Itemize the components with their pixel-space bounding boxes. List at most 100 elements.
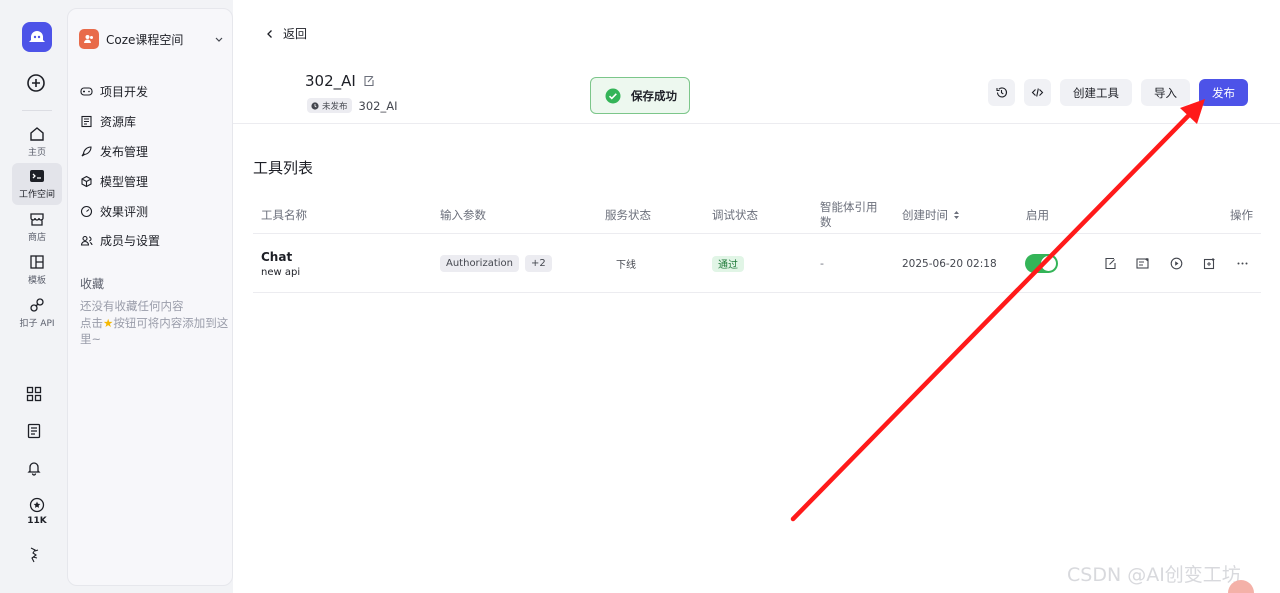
rail-item-home[interactable]: 主页 xyxy=(12,122,62,162)
cube-icon xyxy=(79,174,93,188)
tool-description: new api xyxy=(261,266,301,278)
sidebar-item-label: 模型管理 xyxy=(100,174,149,189)
rail-item-workspace[interactable]: 工作空间 xyxy=(12,163,62,205)
created-time: 2025-06-20 02:18 xyxy=(902,257,997,270)
star-circle-icon xyxy=(29,497,45,513)
user-avatar[interactable] xyxy=(27,545,41,565)
workspace-avatar-icon xyxy=(79,29,99,49)
edit-icon[interactable] xyxy=(363,75,375,87)
plugin-title-row: 302_AI xyxy=(305,72,375,90)
document-icon[interactable] xyxy=(26,423,42,439)
rail-label: 扣子 API xyxy=(19,319,55,329)
column-header: 启用 xyxy=(1026,207,1049,222)
rail-label: 工作空间 xyxy=(18,190,55,200)
code-button[interactable] xyxy=(1024,79,1051,106)
run-icon[interactable] xyxy=(1165,253,1187,275)
check-circle-icon xyxy=(605,88,621,103)
favorites-empty-text: 还没有收藏任何内容 点击★按钮可将内容添加到这里~ xyxy=(80,298,230,348)
gamepad-icon xyxy=(79,85,93,99)
agent-ref-count: - xyxy=(820,257,824,270)
main-content: 返回 302_AI 未发布 302_AI 保存成功 创建工具 导入 发布 工具列… xyxy=(233,0,1280,593)
column-header: 输入参数 xyxy=(440,207,486,222)
sidebar-item-publish[interactable]: 发布管理 xyxy=(79,137,227,167)
api-icon xyxy=(30,298,44,312)
column-header: 调试状态 xyxy=(712,207,758,222)
favorites-empty-hint: 点击★按钮可将内容添加到这里~ xyxy=(80,315,230,348)
debug-status-cell: 通过 xyxy=(712,234,744,293)
workspace-selector[interactable]: Coze课程空间 xyxy=(79,28,224,50)
copy-add-icon[interactable] xyxy=(1198,253,1220,275)
status-badge-label: 未发布 xyxy=(322,101,348,112)
plugin-header: 返回 302_AI 未发布 302_AI 保存成功 创建工具 导入 发布 xyxy=(233,0,1280,124)
column-header: 工具名称 xyxy=(261,207,307,222)
enable-cell xyxy=(1025,234,1058,293)
library-icon xyxy=(79,115,93,129)
status-badge: 未发布 xyxy=(307,98,352,113)
sidebar-item-evaluation[interactable]: 效果评测 xyxy=(79,196,227,226)
rocket-icon xyxy=(79,144,93,158)
favorites-title: 收藏 xyxy=(80,277,105,291)
sidebar-item-label: 发布管理 xyxy=(100,144,149,159)
back-label: 返回 xyxy=(283,27,308,41)
table-row[interactable]: Chat new api Authorization +2 下线 通过 - 20… xyxy=(253,234,1261,293)
param-more-chip[interactable]: +2 xyxy=(524,255,552,272)
stars-badge[interactable]: 11K xyxy=(18,497,56,526)
sidebar-item-label: 资源库 xyxy=(100,115,137,130)
sidebar-item-models[interactable]: 模型管理 xyxy=(79,166,227,196)
stars-count: 11K xyxy=(27,516,47,526)
plugin-subtitle: 302_AI xyxy=(358,98,398,113)
sidebar-item-label: 效果评测 xyxy=(100,204,149,219)
detail-icon[interactable] xyxy=(1132,253,1154,275)
favorites-hint-prefix: 点击 xyxy=(80,315,103,330)
rail-label: 模板 xyxy=(27,276,46,286)
star-icon: ★ xyxy=(103,315,114,330)
plugin-meta-row: 未发布 302_AI xyxy=(307,98,397,113)
rail-label: 商店 xyxy=(27,233,46,243)
apps-grid-icon[interactable] xyxy=(26,386,42,402)
history-button[interactable] xyxy=(988,79,1015,106)
back-button[interactable]: 返回 xyxy=(266,25,307,42)
bell-icon[interactable] xyxy=(26,460,42,476)
publish-button[interactable]: 发布 xyxy=(1199,79,1248,106)
column-header: 操作 xyxy=(1230,207,1253,222)
sidebar-item-projects[interactable]: 项目开发 xyxy=(79,77,227,107)
input-params-cell: Authorization +2 xyxy=(440,234,558,293)
rail-divider xyxy=(22,110,52,111)
table-header: 工具名称 输入参数 服务状态 调试状态 智能体引用数 创建时间 启用 操作 xyxy=(253,196,1261,234)
terminal-icon xyxy=(30,170,44,182)
import-button[interactable]: 导入 xyxy=(1141,79,1190,106)
favorites-empty-line: 还没有收藏任何内容 xyxy=(80,299,184,313)
page-title: 302_AI xyxy=(305,72,356,90)
rail-item-store[interactable]: 商店 xyxy=(12,207,62,247)
code-icon xyxy=(1031,88,1044,97)
gauge-icon xyxy=(79,204,93,218)
chevron-left-icon xyxy=(267,29,272,38)
history-icon xyxy=(996,87,1008,98)
success-toast: 保存成功 xyxy=(590,77,690,114)
sort-icon xyxy=(954,211,959,219)
enable-toggle[interactable] xyxy=(1025,254,1058,273)
sidebar-item-library[interactable]: 资源库 xyxy=(79,107,227,137)
tool-name-cell: Chat new api xyxy=(261,234,300,293)
row-actions xyxy=(1099,234,1264,293)
sidebar-item-label: 成员与设置 xyxy=(100,234,161,249)
column-header-sortable[interactable]: 创建时间 xyxy=(902,196,960,234)
create-tool-button[interactable]: 创建工具 xyxy=(1060,79,1132,106)
clock-icon xyxy=(311,101,319,110)
column-header: 智能体引用数 xyxy=(820,200,878,229)
rail-item-template[interactable]: 模板 xyxy=(12,250,62,290)
chevron-down-icon xyxy=(215,37,223,42)
icon-rail: 主页 工作空间 商店 模板 扣子 API 11K xyxy=(0,0,67,593)
debug-status-badge: 通过 xyxy=(712,255,744,272)
tool-name: Chat xyxy=(261,249,293,264)
create-plus-icon[interactable] xyxy=(26,73,46,93)
more-icon[interactable] xyxy=(1231,253,1253,275)
rail-item-api[interactable]: 扣子 API xyxy=(12,293,62,333)
members-icon xyxy=(79,234,93,248)
coze-logo-icon[interactable] xyxy=(22,22,52,52)
template-icon xyxy=(30,255,44,269)
section-title: 工具列表 xyxy=(253,159,314,177)
watermark: CSDN @AI创变工坊 xyxy=(1067,564,1241,586)
sidebar-item-members[interactable]: 成员与设置 xyxy=(79,226,227,256)
edit-icon[interactable] xyxy=(1099,253,1121,275)
